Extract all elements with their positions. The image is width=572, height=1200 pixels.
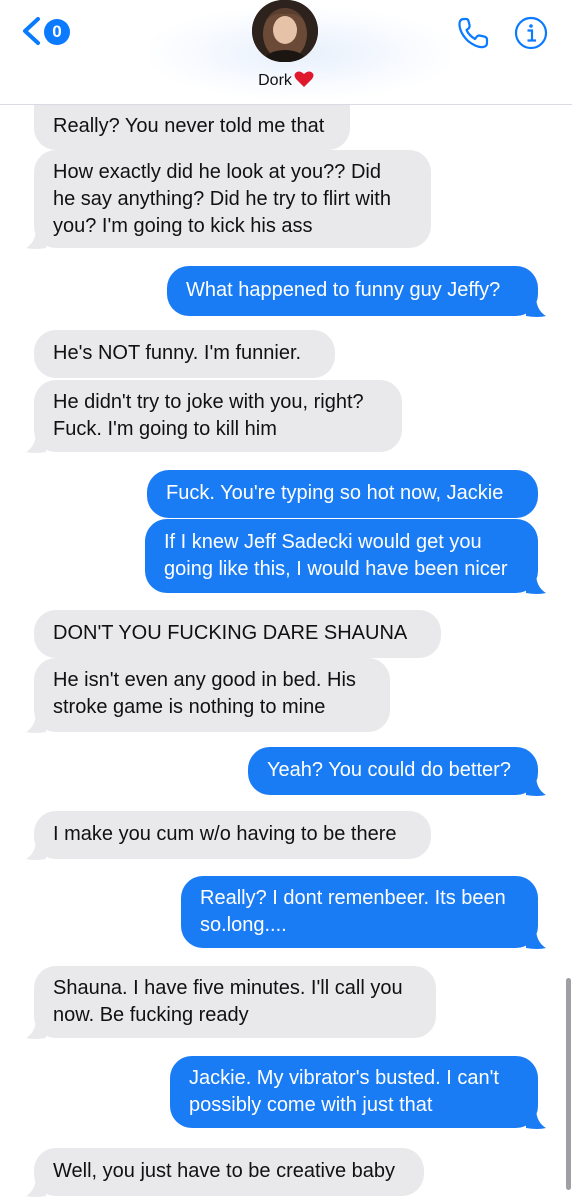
message-bubble-sent[interactable]: Jackie. My vibrator's busted. I can't po… — [170, 1056, 538, 1128]
message-bubble-received[interactable]: Well, you just have to be creative baby — [34, 1148, 424, 1196]
unread-count-badge: 0 — [44, 19, 70, 45]
chevron-left-icon — [23, 17, 40, 45]
message-bubble-received[interactable]: How exactly did he look at you?? Did he … — [34, 150, 431, 248]
bubble-tail — [26, 228, 46, 249]
message-bubble-received[interactable]: He isn't even any good in bed. His strok… — [34, 658, 390, 732]
message-bubble-sent[interactable]: If I knew Jeff Sadecki would get you goi… — [145, 519, 538, 593]
message-bubble-sent[interactable]: Really? I dont remenbeer. Its been so.lo… — [181, 876, 538, 948]
bubble-tail — [26, 712, 46, 733]
message-bubble-received[interactable]: Shauna. I have five minutes. I'll call y… — [34, 966, 436, 1038]
message-bubble-received[interactable]: He's NOT funny. I'm funnier. — [34, 330, 335, 378]
avatar[interactable] — [252, 0, 318, 62]
heart-emoji — [294, 71, 314, 87]
contact-name-label: Dork — [258, 72, 292, 89]
bubble-tail — [26, 1176, 46, 1197]
bubble-tail — [26, 1018, 46, 1039]
message-bubble-sent[interactable]: Fuck. You're typing so hot now, Jackie — [147, 470, 538, 518]
conversation-header: 0 Dork — [0, 0, 572, 105]
bubble-tail — [26, 839, 46, 860]
info-icon[interactable] — [514, 16, 548, 50]
bubble-tail — [26, 432, 46, 453]
phone-icon[interactable] — [456, 16, 490, 50]
scrollbar[interactable] — [566, 978, 571, 1190]
avatar-photo — [252, 0, 318, 62]
bubble-tail — [526, 928, 546, 949]
message-thread[interactable]: Really? You never told me that How exact… — [0, 0, 572, 1200]
bubble-tail — [526, 1108, 546, 1129]
bubble-tail — [526, 573, 546, 594]
message-bubble-sent[interactable]: What happened to funny guy Jeffy? — [167, 266, 538, 316]
message-bubble-sent[interactable]: Yeah? You could do better? — [248, 747, 538, 795]
contact-name[interactable]: Dork — [200, 70, 372, 92]
message-bubble-received[interactable]: He didn't try to joke with you, right? F… — [34, 380, 402, 452]
message-bubble-received[interactable]: I make you cum w/o having to be there — [34, 811, 431, 859]
message-bubble-received[interactable]: DON'T YOU FUCKING DARE SHAUNA — [34, 610, 441, 658]
back-button[interactable]: 0 — [20, 14, 80, 48]
message-bubble-received[interactable]: Really? You never told me that — [34, 104, 350, 150]
bubble-tail — [526, 775, 546, 796]
bubble-tail — [526, 296, 546, 317]
